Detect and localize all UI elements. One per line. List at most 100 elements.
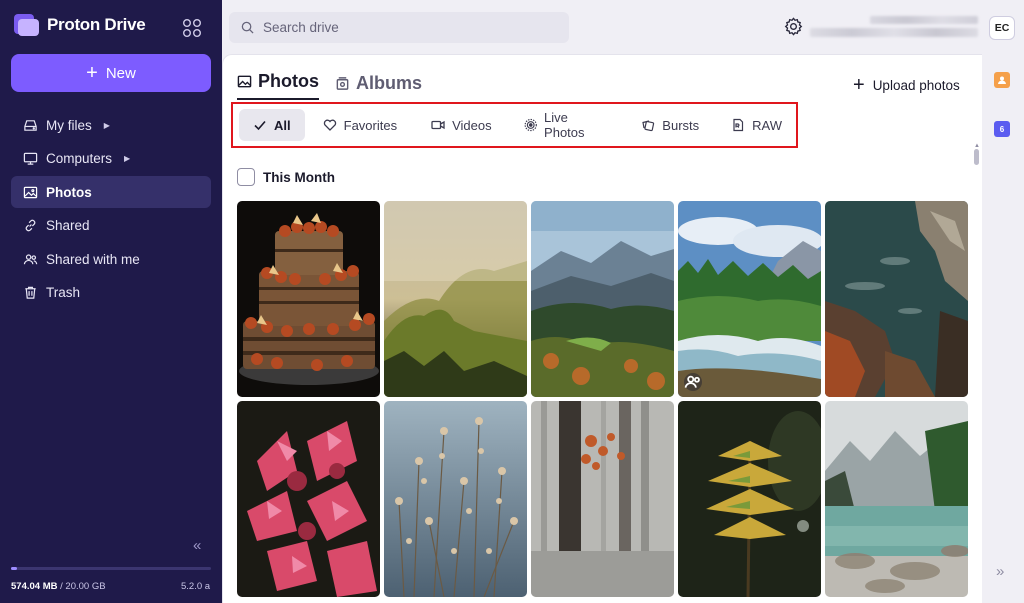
apps-grid-icon[interactable]: [182, 18, 202, 38]
photo-thumbnail[interactable]: [825, 401, 968, 597]
sidebar-item-label: My files: [46, 117, 92, 133]
users-icon: [23, 253, 38, 264]
search-icon: [241, 21, 254, 34]
filter-bursts[interactable]: Bursts: [627, 109, 713, 141]
bursts-icon: [642, 120, 655, 132]
plus-icon: +: [86, 62, 98, 84]
top-bar: EC: [222, 0, 1024, 54]
hard-drive-icon: [24, 119, 37, 131]
photo-thumbnail[interactable]: [237, 201, 380, 397]
photo-thumbnail[interactable]: [678, 401, 821, 597]
photo-image: [237, 201, 380, 397]
photo-image: [237, 401, 380, 597]
right-app-rail: 6 »: [982, 54, 1024, 603]
storage-used: 574.04 MB: [11, 581, 58, 592]
photo-thumbnail[interactable]: [237, 401, 380, 597]
filter-label: Live Photos: [544, 110, 585, 140]
photo-thumbnail[interactable]: [531, 201, 674, 397]
sidebar-item-computers[interactable]: Computers ▶: [11, 143, 211, 175]
app-name: Proton Drive: [47, 15, 146, 34]
tab-photos[interactable]: Photos: [237, 71, 319, 100]
filter-label: Videos: [452, 117, 492, 133]
sidebar-item-shared[interactable]: Shared: [11, 210, 211, 242]
image-icon: [237, 75, 252, 88]
live-photo-icon: [524, 118, 537, 132]
caret-right-icon[interactable]: ▶: [104, 121, 110, 130]
new-button[interactable]: + New: [11, 54, 211, 92]
tab-albums[interactable]: Albums: [335, 73, 422, 100]
section-label: This Month: [263, 169, 335, 185]
scrollbar-thumb[interactable]: [974, 149, 979, 165]
video-camera-icon: [431, 120, 445, 130]
app-version: 5.2.0 a: [181, 581, 211, 592]
collapse-sidebar-icon[interactable]: «: [193, 537, 201, 554]
sidebar-item-label: Computers: [46, 151, 113, 166]
photo-thumbnail[interactable]: [678, 201, 821, 397]
proton-drive-logo-icon: [14, 14, 39, 36]
photo-thumbnail[interactable]: [384, 201, 527, 397]
filter-videos[interactable]: Videos: [415, 109, 506, 141]
image-icon: [23, 186, 38, 198]
settings-gear-icon[interactable]: [784, 17, 803, 36]
sidebar-item-label: Shared with me: [46, 251, 140, 267]
photo-image: [384, 401, 527, 597]
photo-image: [825, 401, 968, 597]
raw-file-icon: [733, 118, 744, 132]
search-input[interactable]: [263, 20, 543, 35]
photo-thumbnail[interactable]: [384, 401, 527, 597]
upload-photos-button[interactable]: + Upload photos: [853, 75, 960, 95]
filter-label: RAW: [752, 117, 782, 133]
user-avatar[interactable]: EC: [989, 16, 1015, 40]
link-icon: [25, 219, 36, 232]
photo-image: [384, 201, 527, 397]
storage-progress-fill: [11, 567, 17, 570]
tab-label: Photos: [258, 71, 319, 91]
caret-right-icon[interactable]: ▶: [124, 154, 130, 163]
sidebar: Proton Drive + New My files ▶ Computers …: [0, 0, 222, 603]
photo-grid: [237, 201, 968, 597]
calendar-app-icon[interactable]: 6: [994, 121, 1010, 137]
photo-filter-bar: All Favorites Videos Live Photos Bursts …: [231, 102, 798, 148]
sidebar-item-my-files[interactable]: My files ▶: [11, 109, 211, 141]
album-icon: [336, 77, 349, 90]
filter-favorites[interactable]: Favorites: [309, 109, 411, 141]
new-button-label: New: [105, 64, 136, 82]
sidebar-item-label: Trash: [46, 285, 81, 300]
photo-thumbnail[interactable]: [825, 201, 968, 397]
sidebar-nav: My files ▶ Computers ▶ Photos Shared Sha…: [11, 109, 211, 310]
photos-panel: Photos Albums + Upload photos All Favori…: [222, 54, 982, 603]
photo-image: [531, 201, 674, 397]
search-box[interactable]: [229, 12, 569, 43]
sidebar-item-trash[interactable]: Trash: [11, 277, 211, 309]
expand-rail-icon[interactable]: »: [996, 563, 1004, 580]
sidebar-item-label: Shared: [46, 218, 90, 233]
select-section-checkbox[interactable]: [237, 168, 255, 186]
storage-progress: [11, 567, 211, 570]
photo-image: [531, 401, 674, 597]
tab-label: Albums: [356, 73, 423, 93]
sidebar-item-shared-with-me[interactable]: Shared with me: [11, 243, 211, 275]
storage-usage: 574.04 MB / 20.00 GB: [11, 581, 106, 592]
storage-total: 20.00 GB: [65, 581, 106, 592]
filter-raw[interactable]: RAW: [717, 109, 796, 141]
filter-all[interactable]: All: [239, 109, 305, 141]
monitor-icon: [23, 152, 38, 165]
app-logo[interactable]: Proton Drive: [14, 14, 146, 36]
shared-badge-icon: [684, 373, 702, 391]
filter-live-photos[interactable]: Live Photos: [510, 109, 624, 141]
filter-label: Favorites: [343, 117, 398, 133]
section-header: This Month: [237, 168, 335, 186]
photo-image: [678, 401, 821, 597]
photo-thumbnail[interactable]: [531, 401, 674, 597]
contacts-app-icon[interactable]: [994, 72, 1010, 88]
sidebar-item-photos[interactable]: Photos: [11, 176, 211, 208]
user-info-redacted[interactable]: [810, 14, 980, 40]
heart-icon: [323, 119, 336, 131]
checkmark-icon: [254, 120, 266, 131]
upload-photos-label: Upload photos: [872, 77, 960, 93]
photo-image: [825, 201, 968, 397]
plus-icon: +: [853, 74, 865, 96]
filter-label: Bursts: [662, 117, 700, 133]
filter-label: All: [274, 117, 291, 133]
view-tabs: Photos Albums: [237, 71, 422, 100]
